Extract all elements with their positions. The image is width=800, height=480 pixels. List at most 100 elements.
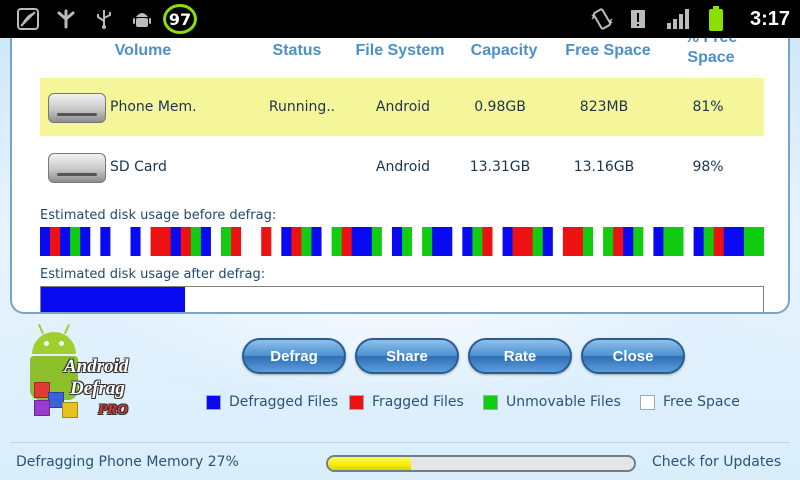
disk-block-unmovable: [743, 227, 755, 256]
defrag-progress-bar: [326, 455, 636, 472]
disk-block-free: [110, 227, 121, 256]
disk-block-unmovable: [371, 227, 383, 256]
header-status[interactable]: Status: [260, 42, 334, 60]
disk-block-unmovable: [583, 227, 594, 256]
disk-block-unmovable: [301, 227, 312, 256]
legend-swatch-fragged: [349, 394, 364, 410]
legend-label-unmovable: Unmovable Files: [506, 394, 621, 410]
disk-block-defragged: [462, 227, 473, 256]
header-capacity[interactable]: Capacity: [464, 42, 544, 60]
volume-filesystem: Android: [375, 99, 431, 115]
volume-name: SD Card: [110, 159, 167, 175]
disk-block-defragged: [170, 227, 182, 256]
disk-block-free: [321, 227, 332, 256]
rate-button[interactable]: Rate: [468, 338, 572, 374]
disk-block-unmovable: [221, 227, 232, 256]
header-volume[interactable]: Volume: [100, 42, 186, 60]
status-bar: 97 3:17: [0, 0, 800, 38]
check-updates-link[interactable]: Check for Updates: [652, 454, 781, 470]
disk-block-free: [251, 227, 262, 256]
disk-block-free: [210, 227, 222, 256]
header-file-system[interactable]: File System: [352, 42, 448, 60]
disk-block-free: [552, 227, 564, 256]
volume-capacity: 0.98GB: [474, 99, 526, 115]
disk-block-fragged: [512, 227, 523, 256]
defrag-button[interactable]: Defrag: [242, 338, 346, 374]
legend-unmovable: Unmovable Files: [483, 392, 621, 412]
disk-block-free: [683, 227, 694, 256]
volume-status: [258, 138, 346, 196]
disk-block-defragged: [623, 227, 634, 256]
signal-strength-icon: [664, 0, 692, 38]
disk-block-free: [381, 227, 393, 256]
volume-free-space: 13.16GB: [573, 159, 635, 175]
legend-label-defragged: Defragged Files: [229, 394, 339, 410]
disk-block-free: [492, 227, 503, 256]
disk-block-free: [452, 227, 463, 256]
disk-block-defragged: [281, 227, 292, 256]
disk-block-unmovable: [753, 227, 764, 256]
disk-block-defragged: [442, 227, 453, 256]
disk-block-unmovable: [190, 227, 202, 256]
volume-row-phone-memory[interactable]: Phone Mem. Running.. Android 0.98GB 823M…: [40, 78, 764, 136]
disk-block-unmovable: [673, 227, 684, 256]
legend-defragged: Defragged Files: [206, 392, 338, 412]
volume-panel: Volume Status File System Capacity Free …: [10, 38, 790, 314]
logo-word-android: Android: [64, 356, 129, 377]
header-free-space[interactable]: Free Space: [560, 42, 656, 60]
drive-icon: [48, 93, 106, 123]
disk-block-unmovable: [663, 227, 674, 256]
disk-block-free: [120, 227, 131, 256]
close-button[interactable]: Close: [581, 338, 685, 374]
header-pct-free-space[interactable]: % Free Space: [672, 38, 750, 68]
disk-block-defragged: [130, 227, 141, 256]
volume-capacity: 13.31GB: [469, 159, 531, 175]
before-defrag-label: Estimated disk usage before defrag:: [40, 208, 277, 223]
disk-block-unmovable: [472, 227, 483, 256]
disk-block-fragged: [572, 227, 584, 256]
footer-divider: [10, 442, 790, 443]
alert-icon: [626, 0, 650, 38]
defrag-progress-fill: [328, 457, 411, 470]
app-logo: Android Defrag PRO: [26, 322, 142, 426]
disk-block-free: [140, 227, 151, 256]
disk-block-fragged: [150, 227, 161, 256]
disk-block-free: [643, 227, 654, 256]
logo-word-pro: PRO: [98, 402, 128, 418]
disk-block-defragged: [432, 227, 443, 256]
disk-map-after-defragged: [41, 287, 186, 312]
no-signal-icon: [14, 0, 42, 38]
drive-icon: [48, 153, 106, 183]
vibrate-icon: [588, 0, 616, 38]
disk-block-fragged: [713, 227, 725, 256]
android-debug-icon: [128, 0, 156, 38]
disk-block-free: [593, 227, 604, 256]
volume-row-sd-card[interactable]: SD Card Android 13.31GB 13.16GB 98%: [40, 138, 764, 196]
disk-block-defragged: [60, 227, 71, 256]
disk-block-fragged: [613, 227, 624, 256]
after-defrag-label: Estimated disk usage after defrag:: [40, 267, 266, 282]
disk-block-defragged: [40, 227, 51, 256]
disk-block-unmovable: [633, 227, 644, 256]
disk-block-free: [90, 227, 101, 256]
volume-name: Phone Mem.: [110, 99, 197, 115]
usb-icon: [90, 0, 118, 38]
disk-block-defragged: [723, 227, 735, 256]
volume-status: Running..: [268, 99, 336, 115]
share-button[interactable]: Share: [355, 338, 459, 374]
disk-block-unmovable: [422, 227, 433, 256]
legend-label-free: Free Space: [663, 394, 740, 410]
disk-block-fragged: [231, 227, 242, 256]
disk-block-fragged: [562, 227, 574, 256]
disk-block-fragged: [50, 227, 61, 256]
disk-map-before: [40, 227, 764, 256]
volume-filesystem: Android: [375, 159, 431, 175]
disk-block-defragged: [693, 227, 704, 256]
disk-block-defragged: [542, 227, 554, 256]
disk-block-defragged: [653, 227, 664, 256]
disk-block-fragged: [160, 227, 172, 256]
disk-block-fragged: [522, 227, 534, 256]
disk-block-defragged: [361, 227, 373, 256]
disk-block-defragged: [100, 227, 111, 256]
clock: 3:17: [749, 8, 790, 30]
